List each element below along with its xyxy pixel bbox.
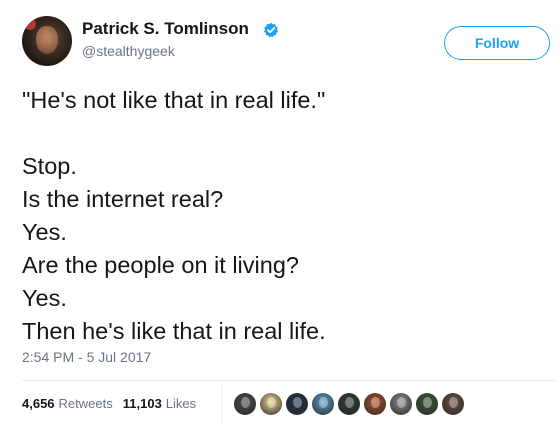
likes-count: 11,103 (122, 396, 162, 411)
retweets-count: 4,656 (22, 396, 55, 411)
tweet-timestamp[interactable]: 2:54 PM - 5 Jul 2017 (22, 349, 151, 365)
avatar-face (36, 26, 58, 54)
liker-avatar[interactable] (416, 393, 438, 415)
liker-avatar[interactable] (338, 393, 360, 415)
likes-label: Likes (165, 396, 197, 411)
tweet-line: "He's not like that in real life." (22, 87, 326, 113)
author-name[interactable]: Patrick S. Tomlinson (82, 19, 249, 39)
retweets-label: Retweets (58, 396, 113, 411)
avatar-background-light (24, 18, 36, 30)
tweet-stats: 4,656 Retweets 11,103 Likes (22, 396, 196, 414)
likes-stat[interactable]: 11,103 Likes (123, 396, 196, 411)
liker-avatar[interactable] (312, 393, 334, 415)
verified-badge-icon (264, 22, 278, 38)
liker-avatar[interactable] (442, 393, 464, 415)
liker-avatar[interactable] (286, 393, 308, 415)
tweet-line: Then he's like that in real life. (22, 318, 326, 344)
tweet-line: Are the people on it living? (22, 252, 299, 278)
retweets-stat[interactable]: 4,656 Retweets (22, 396, 113, 411)
liker-avatar[interactable] (234, 393, 256, 415)
tweet-line: Yes. (22, 285, 67, 311)
tweet-line: Is the internet real? (22, 186, 224, 212)
liker-avatar[interactable] (364, 393, 386, 415)
stats-separator (221, 384, 222, 424)
tweet-text: "He's not like that in real life." Stop.… (22, 84, 542, 348)
avatar[interactable] (22, 16, 72, 66)
liker-avatar[interactable] (390, 393, 412, 415)
tweet-line: Yes. (22, 219, 67, 245)
liker-avatars (234, 393, 468, 417)
tweet-line: Stop. (22, 153, 77, 179)
follow-button[interactable]: Follow (444, 26, 550, 60)
tweet-card: Patrick S. Tomlinson @stealthygeek Follo… (0, 0, 557, 442)
liker-avatar[interactable] (260, 393, 282, 415)
author-handle[interactable]: @stealthygeek (82, 43, 175, 59)
stats-divider (22, 380, 557, 381)
